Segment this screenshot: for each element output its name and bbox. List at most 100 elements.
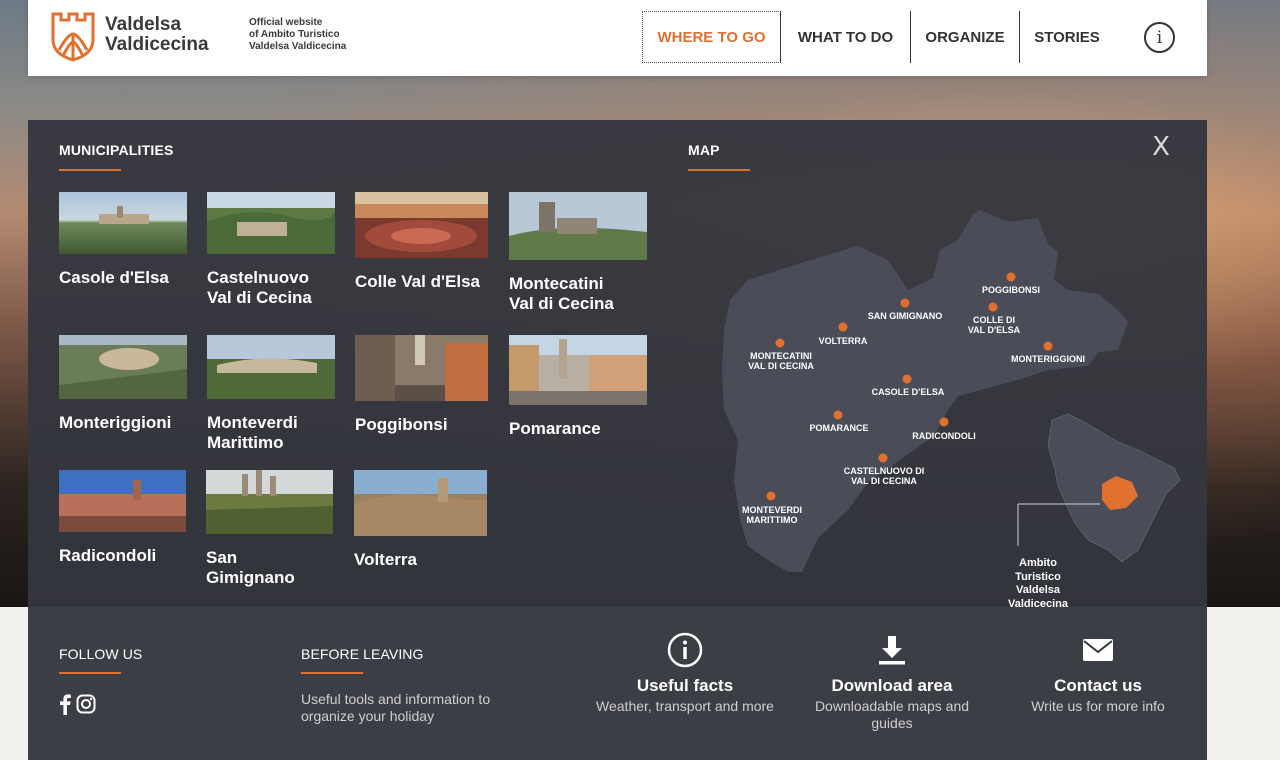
municipality-thumbnail xyxy=(354,470,487,536)
municipality-name: Colle Val d'Elsa xyxy=(355,272,480,291)
map-marker-monteriggioni[interactable] xyxy=(1043,341,1053,351)
nav-what-to-do[interactable]: WHAT TO DO xyxy=(781,11,911,63)
social-links xyxy=(58,693,96,715)
municipality-castelnuovo[interactable]: Castelnuovo Val di Cecina xyxy=(207,192,335,308)
map-marker-castelnuovo[interactable] xyxy=(878,453,888,463)
site-subtitle: Official website of Ambito Turistico Val… xyxy=(249,17,346,53)
municipality-name: Castelnuovo Val di Cecina xyxy=(207,268,312,307)
site-header: Valdelsa Valdicecina Official website of… xyxy=(28,0,1207,76)
municipality-thumbnail xyxy=(355,192,488,258)
municipality-monteriggioni[interactable]: Monteriggioni xyxy=(59,335,187,433)
municipality-name: Poggibonsi xyxy=(355,415,448,434)
municipality-montecatini[interactable]: Montecatini Val di Cecina xyxy=(509,192,647,314)
municipality-volterra[interactable]: Volterra xyxy=(354,470,487,570)
municipality-thumbnail xyxy=(207,335,335,399)
heading-underline xyxy=(59,672,121,674)
download-icon xyxy=(879,636,905,665)
feature-title: Download area xyxy=(831,676,953,695)
feature-useful-facts[interactable]: Useful facts Weather, transport and more xyxy=(595,632,775,715)
municipality-poggibonsi[interactable]: Poggibonsi xyxy=(355,335,488,435)
map-label-casole-delsa[interactable]: CASOLE D'ELSA xyxy=(872,387,945,397)
map-marker-poggibonsi[interactable] xyxy=(1006,272,1016,282)
map-heading: MAP xyxy=(688,142,750,171)
subtitle-line1: Official website xyxy=(249,17,323,28)
logo-line2: Valdicecina xyxy=(105,34,209,55)
municipality-name: Volterra xyxy=(354,550,417,569)
feature-title: Useful facts xyxy=(636,676,734,695)
before-leaving-text: BEFORE LEAVING xyxy=(301,646,424,662)
map-label-monteverdi[interactable]: MONTEVERDI MARITTIMO xyxy=(742,505,802,525)
main-nav: WHERE TO GO WHAT TO DO ORGANIZE STORIES xyxy=(642,11,1114,63)
municipality-thumbnail xyxy=(206,470,333,534)
map-label-castelnuovo[interactable]: CASTELNUOVO DI VAL DI CECINA xyxy=(844,466,925,486)
map-marker-pomarance[interactable] xyxy=(833,410,843,420)
info-icon xyxy=(667,632,703,668)
info-icon[interactable]: i xyxy=(1144,22,1175,53)
feature-subtitle: Downloadable maps and guides xyxy=(814,698,970,731)
subtitle-line3: Valdelsa Valdicecina xyxy=(249,41,347,52)
municipalities-heading-text: MUNICIPALITIES xyxy=(59,142,174,158)
before-leaving-description: Useful tools and information to organize… xyxy=(301,691,491,724)
municipality-colle-val-delsa[interactable]: Colle Val d'Elsa xyxy=(355,192,488,292)
map-label-volterra[interactable]: VOLTERRA xyxy=(819,336,868,346)
map-label-pomarance[interactable]: POMARANCE xyxy=(809,423,868,433)
map-marker-montecatini[interactable] xyxy=(775,338,785,348)
facebook-icon[interactable] xyxy=(58,693,72,715)
nav-organize[interactable]: ORGANIZE xyxy=(911,11,1020,63)
subtitle-line2: of Ambito Turistico xyxy=(249,29,340,40)
municipality-monteverdi[interactable]: Monteverdi Marittimo xyxy=(207,335,335,453)
municipality-thumbnail xyxy=(59,335,187,399)
logo-line1: Valdelsa xyxy=(105,14,182,35)
municipality-name: Montecatini Val di Cecina xyxy=(509,274,614,313)
map-label-poggibonsi[interactable]: POGGIBONSI xyxy=(982,285,1040,295)
feature-subtitle: Weather, transport and more xyxy=(596,698,774,714)
municipality-thumbnail xyxy=(207,192,335,254)
heading-underline xyxy=(688,169,750,171)
municipality-thumbnail xyxy=(59,470,186,532)
map-heading-text: MAP xyxy=(688,142,720,158)
nav-stories[interactable]: STORIES xyxy=(1020,11,1114,63)
map-marker-volterra[interactable] xyxy=(838,322,848,332)
map-label-radicondoli[interactable]: RADICONDOLI xyxy=(912,431,976,441)
map-label-san-gimignano[interactable]: SAN GIMIGNANO xyxy=(868,311,943,321)
municipality-name: Monteriggioni xyxy=(59,413,172,432)
follow-us-heading: FOLLOW US xyxy=(59,646,143,674)
feature-download-area[interactable]: Download area Downloadable maps and guid… xyxy=(802,632,982,732)
municipality-pomarance[interactable]: Pomarance xyxy=(509,335,647,439)
municipalities-heading: MUNICIPALITIES xyxy=(59,142,174,171)
follow-us-text: FOLLOW US xyxy=(59,646,143,662)
map-marker-radicondoli[interactable] xyxy=(939,417,949,427)
municipality-thumbnail xyxy=(509,335,647,405)
heading-underline xyxy=(301,672,363,674)
municipality-radicondoli[interactable]: Radicondoli xyxy=(59,470,186,566)
municipality-name: Radicondoli xyxy=(59,546,157,565)
feature-contact-us[interactable]: Contact us Write us for more info xyxy=(1008,632,1188,715)
logo-wordmark[interactable]: Valdelsa Valdicecina xyxy=(105,15,209,55)
map-marker-colle-val-delsa[interactable] xyxy=(988,302,998,312)
ambito-label: Ambito Turistico Valdelsa Valdicecina xyxy=(1008,557,1068,610)
municipality-thumbnail xyxy=(509,192,647,260)
map-marker-san-gimignano[interactable] xyxy=(900,298,910,308)
map-label-colle-val-delsa[interactable]: COLLE DI VAL D'ELSA xyxy=(968,315,1020,335)
municipality-name: Monteverdi Marittimo xyxy=(207,413,298,452)
municipality-casole-delsa[interactable]: Casole d'Elsa xyxy=(59,192,187,288)
municipality-name: Casole d'Elsa xyxy=(59,268,169,287)
territory-map[interactable] xyxy=(718,210,1188,610)
close-icon[interactable]: X xyxy=(1149,134,1173,160)
feature-title: Contact us xyxy=(1054,676,1142,695)
map-label-monteriggioni[interactable]: MONTERIGGIONI xyxy=(1011,354,1085,364)
feature-subtitle: Write us for more info xyxy=(1031,698,1165,714)
map-marker-casole-delsa[interactable] xyxy=(902,374,912,384)
where-to-go-menu: MUNICIPALITIES MAP X Casole d'Elsa Caste… xyxy=(28,120,1207,760)
map-marker-monteverdi[interactable] xyxy=(766,491,776,501)
municipality-name: San Gimignano xyxy=(206,548,295,587)
map-label-montecatini[interactable]: MONTECATINI VAL DI CECINA xyxy=(748,351,814,371)
nav-where-to-go[interactable]: WHERE TO GO xyxy=(642,11,781,63)
logo-icon[interactable] xyxy=(50,10,96,64)
municipality-name: Pomarance xyxy=(509,419,601,438)
heading-underline xyxy=(59,169,121,171)
municipality-thumbnail xyxy=(355,335,488,401)
mail-icon xyxy=(1083,639,1113,661)
instagram-icon[interactable] xyxy=(76,694,96,714)
municipality-san-gimignano[interactable]: San Gimignano xyxy=(206,470,333,588)
